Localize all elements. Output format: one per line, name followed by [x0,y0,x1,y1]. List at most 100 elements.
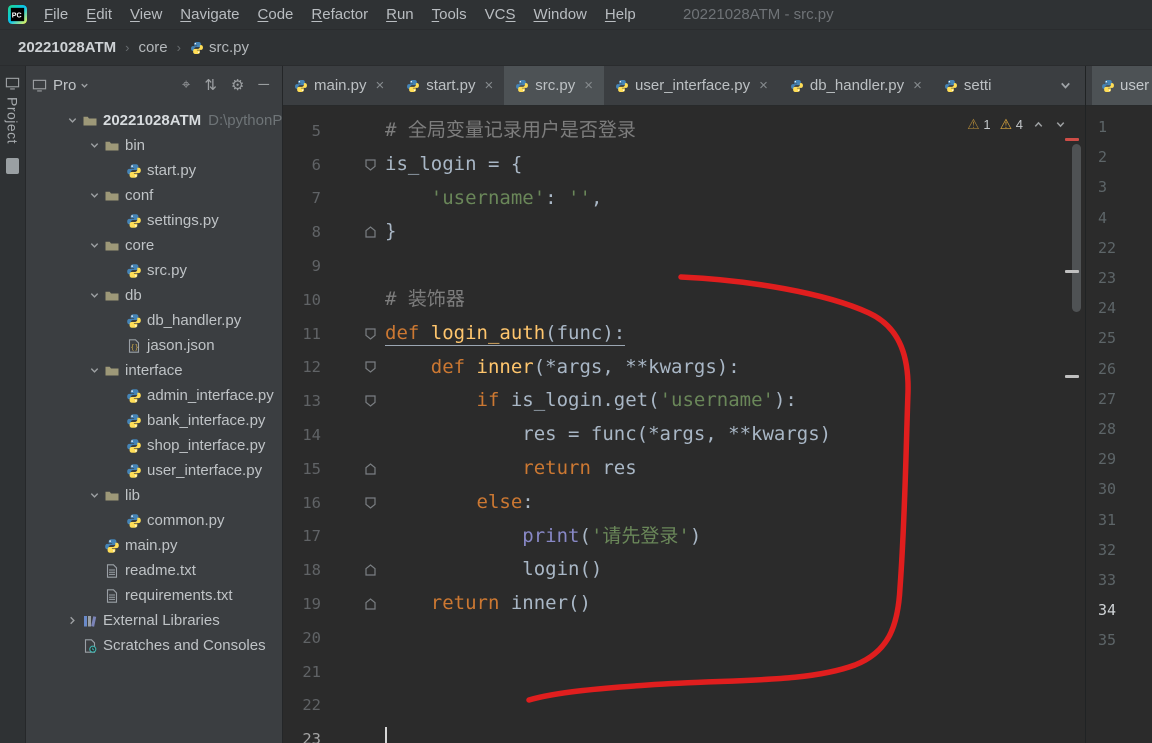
project-view-title[interactable]: Pro [53,77,76,94]
close-icon[interactable]: × [484,77,493,94]
breadcrumb-item-core[interactable]: core [138,39,167,56]
tree-item-20221028atm[interactable]: 20221028ATM D:\pythonPr [26,108,282,133]
menu-refactor[interactable]: Refactor [302,2,377,27]
chevron-down-icon[interactable] [84,290,104,301]
menu-code[interactable]: Code [249,2,303,27]
menu-navigate[interactable]: Navigate [171,2,248,27]
menu-file[interactable]: File [35,2,77,27]
menu-edit[interactable]: Edit [77,2,121,27]
tab-setti[interactable]: setti [933,66,1003,105]
chevron-down-icon[interactable] [84,240,104,251]
chevron-down-icon[interactable] [84,365,104,376]
chevron-right-icon[interactable] [62,615,82,626]
error-stripe-mark[interactable] [1065,138,1079,141]
code-text: # 装饰器 [385,287,465,310]
hidden-tabs-dropdown[interactable] [1046,78,1085,93]
project-panel: Pro ⌖ ⇅ ⚙ ─ 20221028ATM D:\pythonPr bin start.… [26,66,283,743]
close-icon[interactable]: × [913,77,922,94]
tree-item-common-py[interactable]: common.py [26,508,282,533]
tree-item-core[interactable]: core [26,233,282,258]
tab-label: start.py [426,77,476,94]
breadcrumb-item-src-py[interactable]: src.py [190,39,249,56]
inspections-widget[interactable]: ⚠ 1 ⚠ 4 [967,116,1067,133]
folder-icon [104,363,120,379]
fold-marker[interactable] [321,463,385,475]
fold-marker[interactable] [321,328,385,340]
chevron-down-icon[interactable] [84,140,104,151]
line-number: 31 [1098,510,1117,529]
tab-user-interface-py[interactable]: user_interface.py × [604,66,779,105]
text-cursor [385,727,387,743]
tree-item-jason-json[interactable]: jason.json [26,333,282,358]
tree-item-conf[interactable]: conf [26,183,282,208]
close-icon[interactable]: × [759,77,768,94]
tab-label: user [1120,77,1150,94]
line-number: 22 [1098,238,1117,257]
fold-marker[interactable] [321,395,385,408]
tab-src-py[interactable]: src.py × [504,66,605,105]
tree-item-readme-txt[interactable]: readme.txt [26,558,282,583]
collapse-all-icon[interactable]: ⇅ [197,76,224,94]
tree-item-lib[interactable]: lib [26,483,282,508]
fold-marker[interactable] [321,497,385,509]
code-line-16: 16 else: [283,486,1085,520]
chevron-down-icon[interactable] [84,190,104,201]
tool-window-icon[interactable] [6,158,19,175]
menu-vcs[interactable]: VCS [476,2,525,27]
tree-item-interface[interactable]: interface [26,358,282,383]
menu-help[interactable]: Help [596,2,645,27]
tree-item-bin[interactable]: bin [26,133,282,158]
project-stripe-label[interactable]: Project [5,97,21,144]
breadcrumb-item-20221028atm[interactable]: 20221028ATM [18,39,116,56]
tree-item-main-py[interactable]: main.py [26,533,282,558]
tree-item-src-py[interactable]: src.py [26,258,282,283]
editor-scrollbar[interactable] [1072,144,1081,312]
previous-problem-icon[interactable] [1032,118,1045,131]
tree-item-bank-interface-py[interactable]: bank_interface.py [26,408,282,433]
next-problem-icon[interactable] [1054,118,1067,131]
tree-item-label: readme.txt [125,562,196,579]
hide-panel-icon[interactable]: ─ [251,76,276,94]
tree-item-external-libraries[interactable]: External Libraries [26,608,282,633]
tree-item-start-py[interactable]: start.py [26,158,282,183]
project-view-icon[interactable] [32,78,47,93]
tab-user-interface[interactable]: user [1092,66,1152,105]
chevron-down-icon[interactable] [62,115,82,126]
tree-item-shop-interface-py[interactable]: shop_interface.py [26,433,282,458]
chevron-down-icon[interactable] [79,80,90,91]
tree-item-label: conf [125,187,154,204]
fold-marker[interactable] [321,361,385,374]
chevron-down-icon[interactable] [84,490,104,501]
tree-item-label: db_handler.py [147,312,242,329]
menu-run[interactable]: Run [377,2,423,27]
code-text: return inner() [430,592,591,615]
tree-item-requirements-txt[interactable]: requirements.txt [26,583,282,608]
warning-indicator: ⚠ 1 [967,116,990,133]
fold-marker[interactable] [321,564,385,576]
settings-gear-icon[interactable]: ⚙ [224,76,251,94]
tree-item-scratches-and-consoles[interactable]: Scratches and Consoles [26,633,282,658]
tree-item-settings-py[interactable]: settings.py [26,208,282,233]
tab-db-handler-py[interactable]: db_handler.py × [779,66,933,105]
tree-item-db-handler-py[interactable]: db_handler.py [26,308,282,333]
menu-tools[interactable]: Tools [423,2,476,27]
tree-item-user-interface-py[interactable]: user_interface.py [26,458,282,483]
fold-marker[interactable] [321,598,385,610]
fold-marker[interactable] [321,226,385,238]
tree-item-db[interactable]: db [26,283,282,308]
close-icon[interactable]: × [376,77,385,94]
line-number: 17 [302,527,321,546]
menu-view[interactable]: View [121,2,171,27]
line-number: 23 [1098,269,1117,288]
tree-item-admin-interface-py[interactable]: admin_interface.py [26,383,282,408]
menu-window[interactable]: Window [525,2,596,27]
close-icon[interactable]: × [584,77,593,94]
code-editor[interactable]: 5 # 全局变量记录用户是否登录 6 is_login = {7 'username'… [283,106,1085,743]
tab-main-py[interactable]: main.py × [283,66,395,105]
locate-icon[interactable]: ⌖ [175,76,197,94]
project-tool-icon[interactable] [5,76,20,91]
error-stripe-mark[interactable] [1065,270,1079,273]
tab-start-py[interactable]: start.py × [395,66,504,105]
error-stripe-mark[interactable] [1065,375,1079,378]
fold-marker[interactable] [321,159,385,171]
